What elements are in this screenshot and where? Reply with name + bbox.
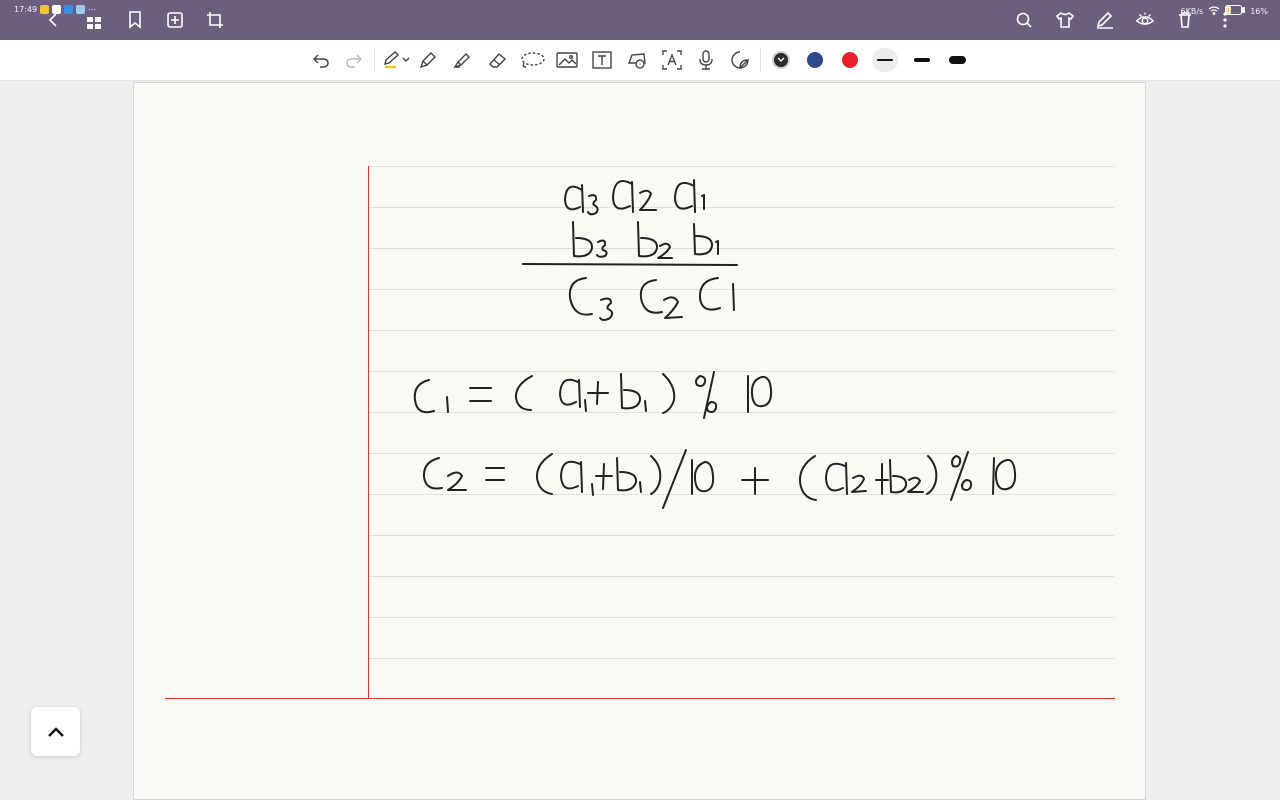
handwriting-b3-b2-b1 [572, 221, 719, 259]
handwriting-ink [413, 179, 1017, 509]
scroll-to-top-button[interactable] [31, 707, 80, 756]
handwriting-c2-formula [422, 449, 1017, 509]
chevron-up-icon [47, 726, 64, 737]
handwriting-c3-c2-c1 [568, 277, 735, 321]
handwriting-c1-formula [413, 371, 773, 419]
handwriting-a3-a2-a1 [564, 179, 705, 216]
sum-bar-line [522, 263, 738, 266]
